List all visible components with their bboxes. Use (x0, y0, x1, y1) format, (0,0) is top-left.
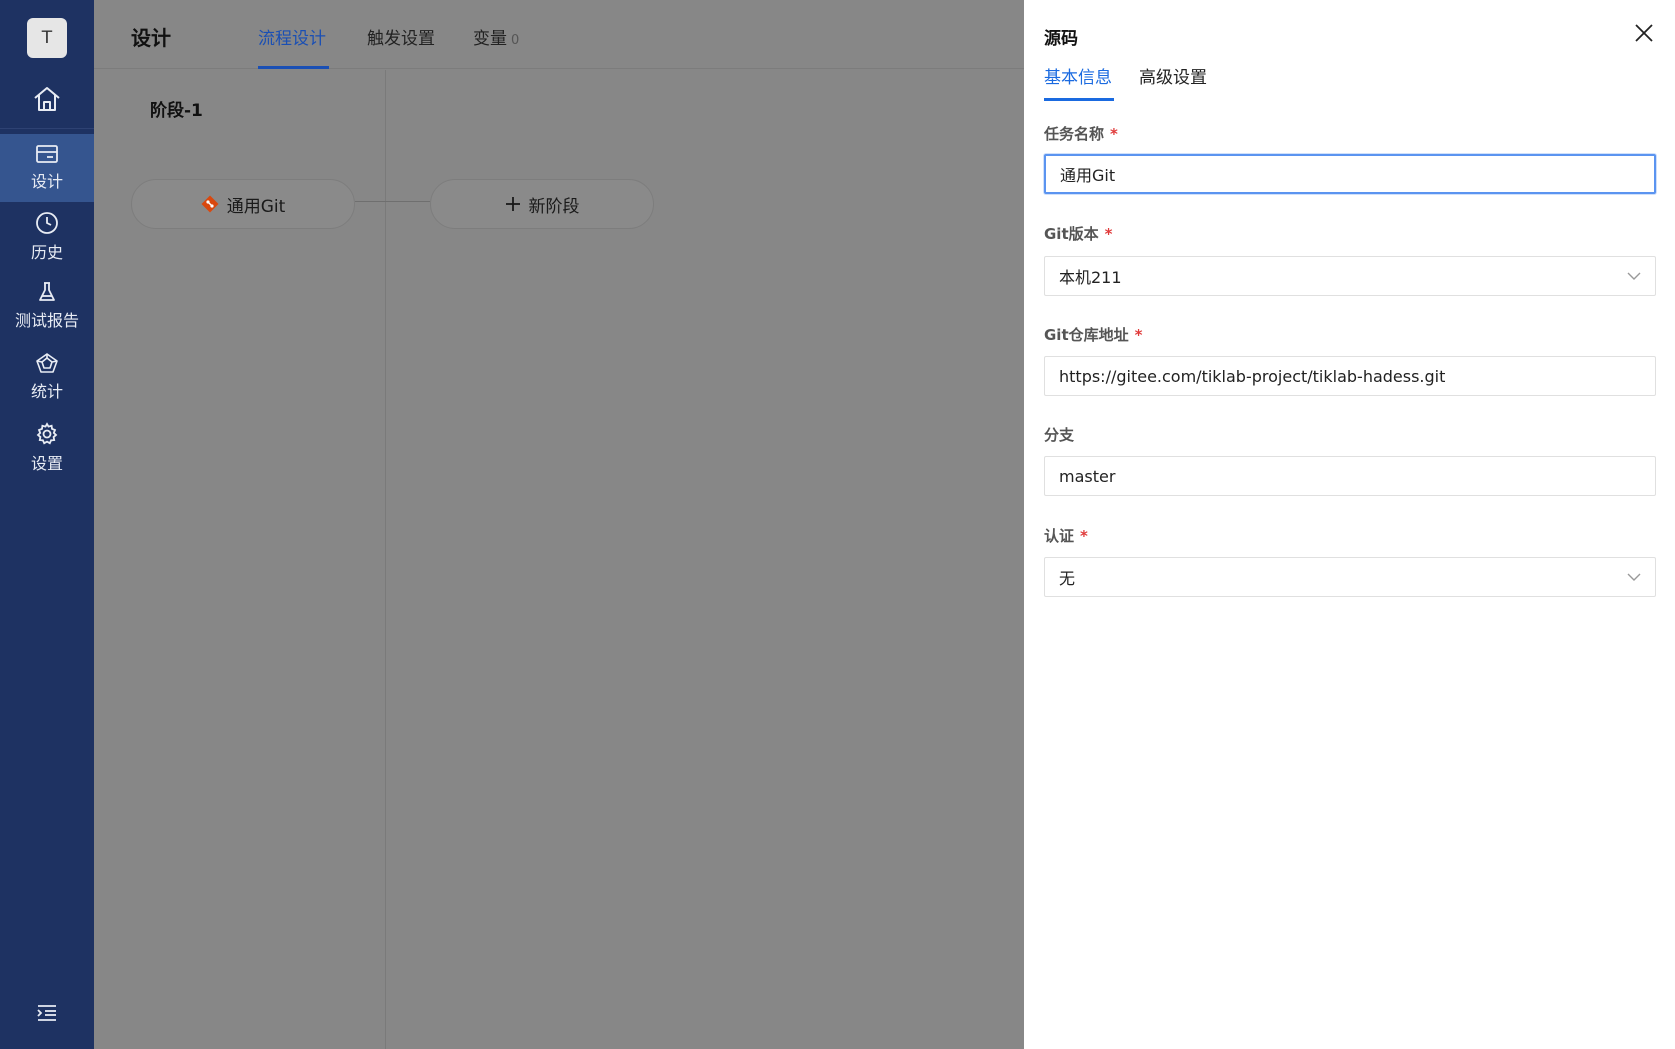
sidebar-item-test-report[interactable]: 测试报告 (0, 272, 94, 340)
stage-title: 阶段-1 (150, 101, 203, 121)
auth-value: 无 (1059, 569, 1076, 588)
home-button[interactable] (0, 76, 94, 122)
chevron-down-icon (1627, 272, 1641, 280)
gear-icon (36, 422, 58, 445)
git-version-label: Git版本 * (1044, 225, 1113, 243)
branch-label: 分支 (1044, 426, 1075, 444)
git-version-select[interactable]: 本机211 (1044, 256, 1656, 296)
task-name-label: 任务名称 * (1044, 125, 1118, 143)
plus-icon (505, 197, 520, 211)
page-title: 设计 (131, 26, 171, 50)
menu-collapse-icon (37, 1005, 56, 1021)
tab-advanced-settings[interactable]: 高级设置 (1139, 63, 1207, 88)
add-stage-button[interactable]: 新阶段 (430, 179, 654, 229)
sidebar-item-design[interactable]: 设计 (0, 134, 94, 202)
close-icon (1635, 24, 1653, 42)
node-connector (355, 201, 430, 202)
task-node-label: 通用Git (226, 196, 286, 217)
task-config-drawer: 源码 基本信息 高级设置 任务名称* Git版本* 本机211 Git仓库地址*… (1024, 0, 1675, 1049)
task-name-input[interactable] (1044, 154, 1656, 194)
drawer-active-tab-indicator (1044, 98, 1114, 101)
auth-label: 认证 * (1044, 527, 1088, 545)
sidebar-item-label: 设置 (30, 454, 63, 473)
stage-divider (385, 70, 386, 1049)
git-repo-field[interactable] (1059, 366, 1641, 386)
sidebar: T 设计 历史 测试报告 统计 设置 (0, 0, 94, 1049)
sidebar-item-label: 历史 (30, 243, 63, 262)
sidebar-item-label: 测试报告 (14, 311, 79, 330)
git-repo-input[interactable] (1044, 356, 1656, 396)
git-icon (201, 195, 219, 213)
tab-variables[interactable]: 变量 0 (473, 24, 519, 49)
active-tab-indicator (258, 66, 329, 69)
clock-icon (36, 212, 58, 234)
main-content: 设计 流程设计 触发设置 变量 0 阶段-1 通用Git 新阶段 (94, 0, 1024, 1049)
flask-icon (39, 282, 55, 301)
card-icon (36, 145, 58, 163)
sidebar-divider (0, 128, 94, 129)
branch-field[interactable] (1059, 466, 1641, 486)
auth-select[interactable]: 无 (1044, 557, 1656, 597)
variables-count: 0 (511, 33, 520, 48)
sidebar-item-history[interactable]: 历史 (0, 203, 94, 271)
sidebar-item-settings[interactable]: 设置 (0, 414, 94, 482)
close-button[interactable] (1633, 22, 1655, 44)
header: 设计 流程设计 触发设置 变量 0 (94, 0, 1024, 69)
collapse-sidebar-button[interactable] (0, 1001, 94, 1025)
tab-basic-info[interactable]: 基本信息 (1044, 63, 1112, 88)
sidebar-item-statistics[interactable]: 统计 (0, 343, 94, 411)
add-stage-label: 新阶段 (528, 196, 580, 217)
git-repo-label: Git仓库地址 * (1044, 326, 1143, 344)
avatar[interactable]: T (27, 18, 67, 58)
task-node-git[interactable]: 通用Git (131, 179, 355, 229)
tab-variables-label: 变量 (473, 29, 507, 49)
branch-input[interactable] (1044, 456, 1656, 496)
tab-flow-design[interactable]: 流程设计 (258, 24, 326, 49)
chevron-down-icon (1627, 573, 1641, 581)
home-icon (34, 87, 60, 111)
sidebar-item-label: 统计 (30, 382, 63, 401)
git-version-value: 本机211 (1059, 268, 1122, 287)
drawer-title: 源码 (1044, 29, 1078, 49)
tab-trigger-settings[interactable]: 触发设置 (367, 24, 435, 49)
pentagon-icon (36, 353, 58, 373)
task-name-field[interactable] (1060, 164, 1640, 184)
sidebar-item-label: 设计 (30, 172, 63, 191)
